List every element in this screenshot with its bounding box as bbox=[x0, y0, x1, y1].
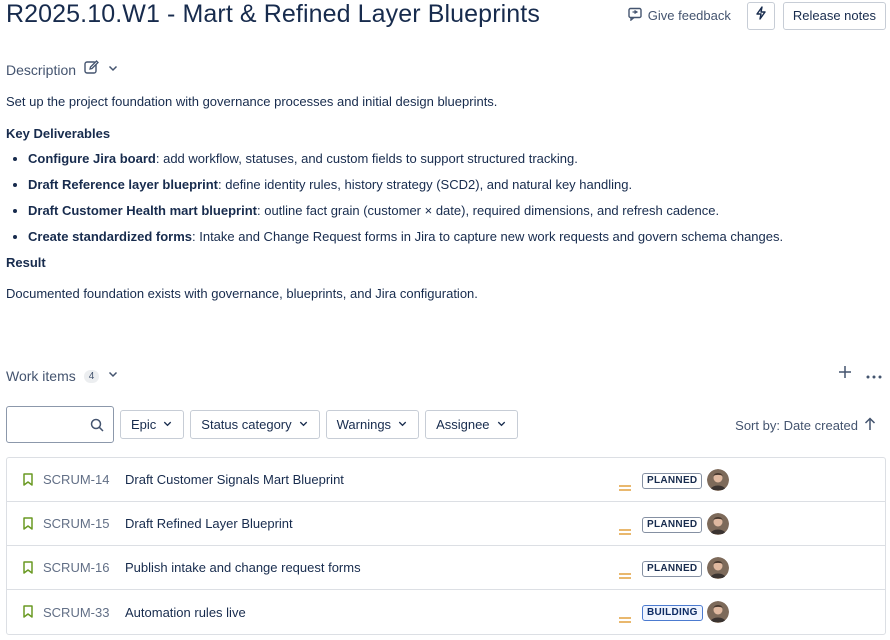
key-deliverables-heading: Key Deliverables bbox=[6, 126, 111, 141]
lightning-icon bbox=[755, 6, 767, 25]
deliverable-title: Draft Reference layer blueprint bbox=[28, 177, 219, 192]
work-item-key[interactable]: SCRUM-15 bbox=[43, 516, 109, 531]
chevron-down-icon bbox=[298, 417, 309, 432]
filter-label: Epic bbox=[131, 417, 157, 432]
page-title: R2025.10.W1 - Mart & Refined Layer Bluep… bbox=[6, 0, 540, 28]
release-notes-button[interactable]: Release notes bbox=[782, 1, 886, 30]
header-actions: Give feedback Release notes bbox=[620, 1, 886, 30]
deliverable-item: Draft Reference layer blueprint: define … bbox=[28, 177, 876, 193]
filter-epic[interactable]: Epic bbox=[120, 410, 185, 439]
avatar[interactable] bbox=[707, 513, 729, 535]
add-icon[interactable] bbox=[838, 365, 852, 384]
work-item-summary[interactable]: Publish intake and change request forms bbox=[125, 560, 361, 575]
chevron-down-icon bbox=[162, 417, 173, 432]
work-item-key[interactable]: SCRUM-33 bbox=[43, 605, 109, 620]
priority-medium-icon bbox=[619, 478, 631, 496]
deliverable-text: : define identity rules, history strateg… bbox=[218, 177, 633, 192]
table-row[interactable]: SCRUM-16 Publish intake and change reque… bbox=[7, 546, 885, 590]
deliverable-item: Configure Jira board: add workflow, stat… bbox=[28, 151, 876, 167]
priority-medium-icon bbox=[619, 566, 631, 584]
work-items-header[interactable]: Work items 4 bbox=[6, 367, 119, 385]
work-item-summary[interactable]: Draft Customer Signals Mart Blueprint bbox=[125, 472, 344, 487]
story-bookmark-icon bbox=[23, 561, 33, 579]
filter-warnings[interactable]: Warnings bbox=[325, 410, 420, 439]
filter-bar: Epic Status category Warnings Assignee bbox=[6, 406, 518, 443]
sort-label: Sort by: Date created bbox=[735, 418, 858, 433]
chevron-down-icon[interactable] bbox=[107, 367, 119, 385]
priority-medium-icon bbox=[619, 522, 631, 540]
avatar[interactable] bbox=[707, 469, 729, 491]
description-header: Description bbox=[6, 60, 119, 80]
table-row[interactable]: SCRUM-14 Draft Customer Signals Mart Blu… bbox=[7, 458, 885, 502]
search-icon bbox=[90, 418, 104, 437]
avatar[interactable] bbox=[707, 557, 729, 579]
work-items-count-badge: 4 bbox=[83, 369, 100, 383]
description-intro: Set up the project foundation with gover… bbox=[6, 94, 498, 109]
edit-icon[interactable] bbox=[84, 60, 99, 80]
chevron-down-icon[interactable] bbox=[107, 61, 119, 79]
result-heading: Result bbox=[6, 255, 46, 270]
story-bookmark-icon bbox=[23, 517, 33, 535]
filter-status-category[interactable]: Status category bbox=[190, 410, 320, 439]
search-field[interactable] bbox=[6, 406, 114, 443]
deliverable-title: Draft Customer Health mart blueprint bbox=[28, 203, 257, 218]
description-body: Set up the project foundation with gover… bbox=[6, 94, 876, 301]
filter-assignee[interactable]: Assignee bbox=[425, 410, 518, 439]
table-row[interactable]: SCRUM-15 Draft Refined Layer Blueprint P… bbox=[7, 502, 885, 546]
work-items-label: Work items bbox=[6, 368, 76, 384]
feedback-icon bbox=[628, 7, 642, 24]
avatar[interactable] bbox=[707, 601, 729, 623]
deliverable-text: : outline fact grain (customer × date), … bbox=[256, 203, 720, 218]
work-items-tools bbox=[838, 365, 882, 384]
search-input[interactable] bbox=[13, 408, 93, 441]
table-row[interactable]: SCRUM-33 Automation rules live BUILDING bbox=[7, 590, 885, 634]
priority-medium-icon bbox=[619, 610, 631, 628]
story-bookmark-icon bbox=[23, 473, 33, 491]
status-badge[interactable]: PLANNED bbox=[642, 473, 703, 489]
chevron-down-icon bbox=[397, 417, 408, 432]
status-badge[interactable]: PLANNED bbox=[642, 517, 703, 533]
filter-label: Status category bbox=[201, 417, 292, 432]
work-item-key[interactable]: SCRUM-14 bbox=[43, 472, 109, 487]
automation-button[interactable] bbox=[746, 1, 775, 30]
result-text: Documented foundation exists with govern… bbox=[6, 286, 478, 301]
deliverables-list: Configure Jira board: add workflow, stat… bbox=[6, 151, 876, 245]
story-bookmark-icon bbox=[23, 605, 33, 623]
status-badge[interactable]: PLANNED bbox=[642, 561, 703, 577]
give-feedback-button[interactable]: Give feedback bbox=[620, 1, 739, 30]
work-item-summary[interactable]: Draft Refined Layer Blueprint bbox=[125, 516, 293, 531]
deliverable-text: : add workflow, statuses, and custom fie… bbox=[155, 151, 578, 166]
deliverable-title: Create standardized forms bbox=[28, 229, 192, 244]
more-options-icon[interactable] bbox=[866, 366, 882, 384]
chevron-down-icon bbox=[496, 417, 507, 432]
description-label: Description bbox=[6, 62, 77, 78]
deliverable-item: Create standardized forms: Intake and Ch… bbox=[28, 229, 876, 245]
deliverable-item: Draft Customer Health mart blueprint: ou… bbox=[28, 203, 876, 219]
give-feedback-label: Give feedback bbox=[647, 8, 731, 23]
sort-button[interactable]: Sort by: Date created bbox=[735, 417, 876, 434]
arrow-up-icon bbox=[864, 417, 876, 434]
deliverable-text: : Intake and Change Request forms in Jir… bbox=[192, 229, 784, 244]
work-item-key[interactable]: SCRUM-16 bbox=[43, 560, 109, 575]
work-item-summary[interactable]: Automation rules live bbox=[125, 605, 246, 620]
deliverable-title: Configure Jira board bbox=[28, 151, 156, 166]
filter-label: Assignee bbox=[436, 417, 490, 432]
filter-label: Warnings bbox=[336, 417, 392, 432]
work-items-list: SCRUM-14 Draft Customer Signals Mart Blu… bbox=[6, 457, 886, 635]
status-badge[interactable]: BUILDING bbox=[642, 605, 703, 621]
